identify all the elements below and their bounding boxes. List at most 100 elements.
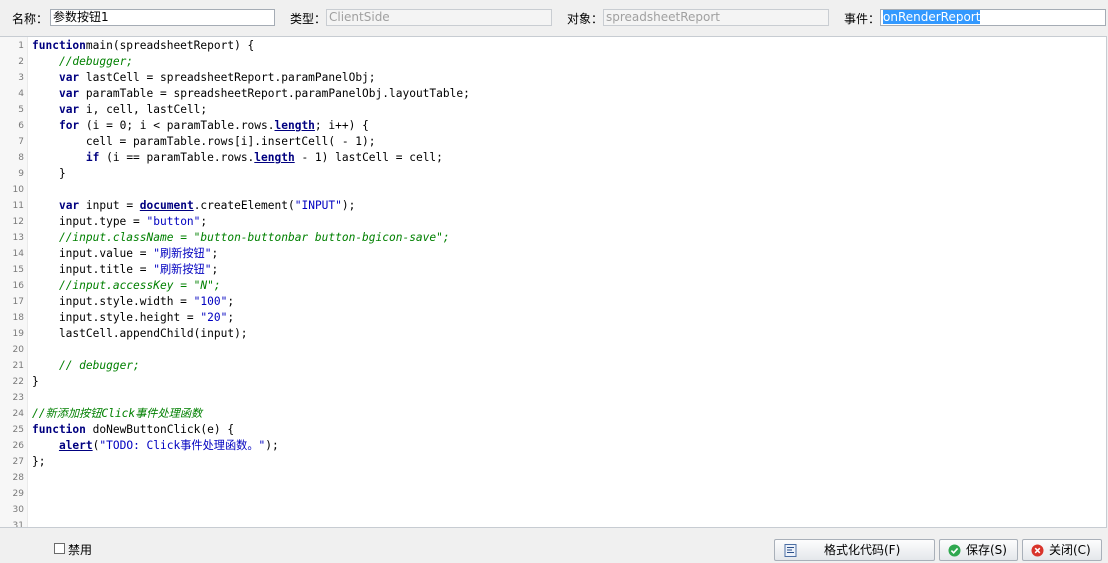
format-icon <box>784 544 797 557</box>
code-token: input.style.height = <box>32 311 201 324</box>
line-number: 26 <box>12 441 24 451</box>
close-label: 关闭(C) <box>1049 543 1091 557</box>
code-token: ; <box>200 215 208 228</box>
code-token: cell = paramTable.rows[i].insertCell( - … <box>32 135 376 148</box>
code-token: - 1) lastCell = cell; <box>294 151 443 164</box>
keyword-token: var <box>58 87 80 100</box>
string-token: "INPUT" <box>294 199 342 212</box>
string-token: "刷新按钮" <box>153 247 212 260</box>
code-token: ); <box>341 199 356 212</box>
line-number: 14 <box>12 249 24 259</box>
code-token: input.value = <box>32 247 154 260</box>
code-text: var i, cell, lastCell; <box>32 102 207 118</box>
string-token: "TODO: Click事件处理函数。" <box>99 439 266 452</box>
type-input[interactable]: ClientSide <box>326 9 552 26</box>
code-text: alert("TODO: Click事件处理函数。"); <box>32 438 279 454</box>
code-line: 27}; <box>0 454 1106 470</box>
code-line: 26 alert("TODO: Click事件处理函数。"); <box>0 438 1106 454</box>
line-number: 18 <box>12 313 24 323</box>
code-line: 10 <box>0 182 1106 198</box>
comment-token: //input.className = "button-buttonbar bu… <box>58 231 450 244</box>
disable-checkbox[interactable] <box>54 543 65 554</box>
keyword-token: for <box>58 119 80 132</box>
code-text: //debugger; <box>32 54 133 70</box>
line-number: 25 <box>12 425 24 435</box>
code-line: 17 input.style.width = "100"; <box>0 294 1106 310</box>
name-input[interactable]: 参数按钮1 <box>50 9 275 26</box>
code-line: 24 //新添加按钮Click事件处理函数 <box>0 406 1106 422</box>
line-number: 6 <box>18 121 24 131</box>
code-text: lastCell.appendChild(input); <box>32 326 248 342</box>
line-number: 19 <box>12 329 24 339</box>
line-number: 2 <box>18 57 24 67</box>
code-token: ; <box>211 263 219 276</box>
line-number: 5 <box>18 105 24 115</box>
code-text: functionmain(spreadsheetReport) { <box>32 38 254 54</box>
type-label: 类型： <box>290 12 327 26</box>
code-token: paramTable = spreadsheetReport.paramPane… <box>79 87 470 100</box>
line-number: 20 <box>12 345 24 355</box>
line-number: 10 <box>12 185 24 195</box>
line-number: 22 <box>12 377 24 387</box>
code-token: doNewButtonClick(e) { <box>85 423 235 436</box>
code-text: var lastCell = spreadsheetReport.paramPa… <box>32 70 376 86</box>
comment-token: //新添加按钮Click事件处理函数 <box>32 407 203 420</box>
code-token: lastCell.appendChild(input); <box>32 327 248 340</box>
type-value: ClientSide <box>329 10 390 24</box>
code-line: 28 <box>0 470 1106 486</box>
string-token: "刷新按钮" <box>153 263 212 276</box>
code-token: (i == paramTable.rows. <box>99 151 255 164</box>
code-token: ; <box>227 295 235 308</box>
comment-token: // debugger; <box>58 359 140 372</box>
keyword-token: function <box>32 39 86 52</box>
code-token: input.title = <box>32 263 154 276</box>
event-value: onRenderReport <box>883 10 981 24</box>
code-text: input.type = "button"; <box>32 214 207 230</box>
line-number: 24 <box>12 409 24 419</box>
close-circle-icon <box>1031 544 1044 557</box>
code-line: 30 <box>0 502 1106 518</box>
line-number: 28 <box>12 473 24 483</box>
keyword-token: var <box>58 71 80 84</box>
code-line: 22} <box>0 374 1106 390</box>
format-code-button[interactable]: 格式化代码(F) <box>774 539 935 561</box>
code-text: }; <box>32 454 45 470</box>
comment-token: //input.accessKey = "N"; <box>58 279 221 292</box>
object-input[interactable]: spreadsheetReport <box>603 9 829 26</box>
keyword-token: var <box>58 199 80 212</box>
string-token: "20" <box>200 311 228 324</box>
line-number: 23 <box>12 393 24 403</box>
builtin-token: alert <box>58 439 93 452</box>
close-button[interactable]: 关闭(C) <box>1022 539 1102 561</box>
code-editor[interactable]: 1 functionmain(spreadsheetReport) {2 //de… <box>0 36 1107 528</box>
save-label: 保存(S) <box>966 543 1007 557</box>
code-token: ; <box>227 311 235 324</box>
code-text: function doNewButtonClick(e) { <box>32 422 234 438</box>
save-button[interactable]: 保存(S) <box>939 539 1018 561</box>
line-number: 15 <box>12 265 24 275</box>
code-token: lastCell = spreadsheetReport.paramPanelO… <box>79 71 376 84</box>
code-text: input.style.width = "100"; <box>32 294 234 310</box>
code-text: // debugger; <box>32 358 140 374</box>
builtin-token: length <box>274 119 315 132</box>
code-line: 14 input.value = "刷新按钮"; <box>0 246 1106 262</box>
code-token: .createElement( <box>193 199 295 212</box>
code-text: } <box>32 166 66 182</box>
code-text: //input.accessKey = "N"; <box>32 278 221 294</box>
code-token: } <box>32 167 66 180</box>
code-line: 4 var paramTable = spreadsheetReport.par… <box>0 86 1106 102</box>
code-line: 6 for (i = 0; i < paramTable.rows.length… <box>0 118 1106 134</box>
check-circle-icon <box>948 544 961 557</box>
event-input[interactable]: onRenderReport <box>880 9 1106 26</box>
line-number: 27 <box>12 457 24 467</box>
code-token: ; <box>211 247 219 260</box>
keyword-token: if <box>85 151 100 164</box>
name-label: 名称： <box>12 12 49 26</box>
